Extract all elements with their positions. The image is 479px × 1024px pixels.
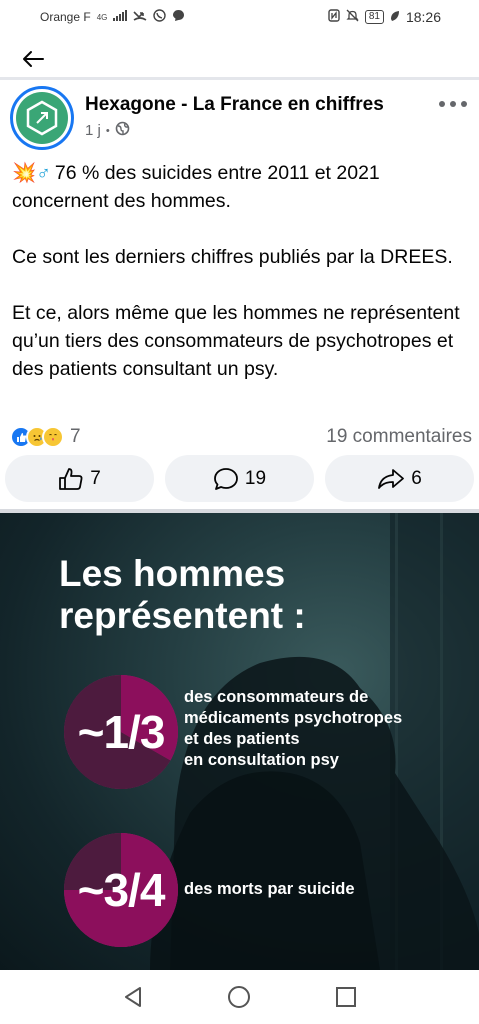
square-recents-icon — [335, 987, 356, 1007]
post-text: 💥♂ 76 % des suicides entre 2011 et 2021 c… — [12, 159, 472, 383]
page-avatar[interactable] — [10, 86, 74, 150]
status-bar: Orange F 4G 81 18:26 — [0, 0, 479, 34]
like-button[interactable]: 7 — [5, 455, 154, 502]
stat-desc-line: et des patients — [184, 730, 300, 748]
network-type: 4G — [96, 12, 108, 22]
stat-description: des morts par suicide — [184, 879, 355, 900]
thumbs-up-icon — [59, 467, 83, 490]
stat-psychotropes: ~1/3 des consommateurs de médicaments ps… — [58, 673, 438, 791]
system-navigation-bar — [0, 970, 479, 1024]
post-paragraph: Et ce, alors même que les hommes ne repr… — [12, 302, 460, 380]
nav-recents-button[interactable] — [326, 977, 366, 1017]
page-name[interactable]: Hexagone - La France en chiffres — [85, 94, 384, 116]
post-image-infographic[interactable]: Les hommes représentent : ~1/3 des conso… — [0, 513, 479, 970]
post-time[interactable]: 1 j — [85, 122, 101, 139]
whatsapp-icon — [153, 9, 167, 25]
comment-icon — [214, 467, 238, 490]
share-count: 6 — [411, 467, 422, 489]
male-sign-emoji: ♂ — [36, 162, 51, 184]
reaction-count: 7 — [70, 426, 81, 447]
hexagon-logo — [16, 92, 68, 144]
reactions-summary: 7 19 commentaires — [10, 424, 472, 450]
status-right: 81 18:26 — [328, 9, 441, 25]
arrow-left-icon — [23, 51, 44, 67]
more-options-button[interactable] — [439, 96, 467, 112]
stat-desc-line: des consommateurs de — [184, 688, 369, 706]
globe-icon — [115, 121, 130, 140]
status-left: Orange F 4G — [40, 9, 185, 25]
stat-value: ~3/4 — [77, 864, 166, 916]
stat-desc-line: en consultation psy — [184, 751, 339, 769]
missed-call-icon — [133, 10, 147, 25]
infographic-title-line1: Les hommes — [59, 553, 286, 594]
post-header: Hexagone - La France en chiffres 1 j • — [0, 84, 479, 154]
triangle-back-icon — [125, 987, 142, 1007]
post-actions: 7 19 6 — [5, 455, 474, 503]
mute-icon — [346, 9, 359, 25]
share-button[interactable]: 6 — [325, 455, 474, 502]
emoji-prefix: 💥♂ — [12, 162, 51, 184]
share-icon — [378, 468, 405, 489]
circle-home-icon — [228, 986, 251, 1008]
top-navigation-bar — [0, 36, 479, 80]
comment-count: 19 — [244, 467, 267, 489]
back-button[interactable] — [20, 46, 46, 72]
more-horizontal-icon — [439, 101, 445, 107]
nav-back-button[interactable] — [113, 977, 153, 1017]
care-reaction-icon — [42, 426, 64, 448]
carrier-name: Orange F — [40, 10, 91, 24]
comments-count-link[interactable]: 19 commentaires — [326, 426, 472, 448]
battery-indicator: 81 — [364, 10, 384, 24]
nfc-icon — [328, 9, 340, 25]
infographic-title-line2: représentent : — [59, 595, 306, 636]
stat-value: ~1/3 — [77, 706, 166, 758]
clock: 18:26 — [405, 9, 441, 25]
stat-description: des consommateurs de médicaments psychot… — [184, 687, 402, 771]
charging-leaf-icon — [390, 10, 400, 25]
signal-icon — [113, 10, 128, 24]
messenger-icon — [172, 9, 185, 25]
reactions-button[interactable]: 7 — [10, 426, 81, 448]
stat-suicides: ~3/4 des morts par suicide — [58, 831, 438, 949]
collision-emoji: 💥 — [12, 162, 37, 184]
post-paragraph: Ce sont les derniers chiffres publiés pa… — [12, 246, 453, 268]
like-count: 7 — [90, 467, 101, 489]
post-meta: 1 j • — [85, 121, 130, 140]
meta-separator: • — [105, 124, 110, 137]
infographic-title: Les hommes représentent : — [59, 553, 306, 637]
comment-button[interactable]: 19 — [165, 455, 314, 502]
post-paragraph: 💥♂ 76 % des suicides entre 2011 et 2021 c… — [12, 159, 472, 215]
stat-desc-line: médicaments psychotropes — [184, 709, 403, 727]
post-paragraph-text: 76 % des suicides entre 2011 et 2021 con… — [12, 162, 380, 212]
stat-desc-line: des morts par suicide — [184, 880, 355, 898]
nav-home-button[interactable] — [219, 977, 259, 1017]
